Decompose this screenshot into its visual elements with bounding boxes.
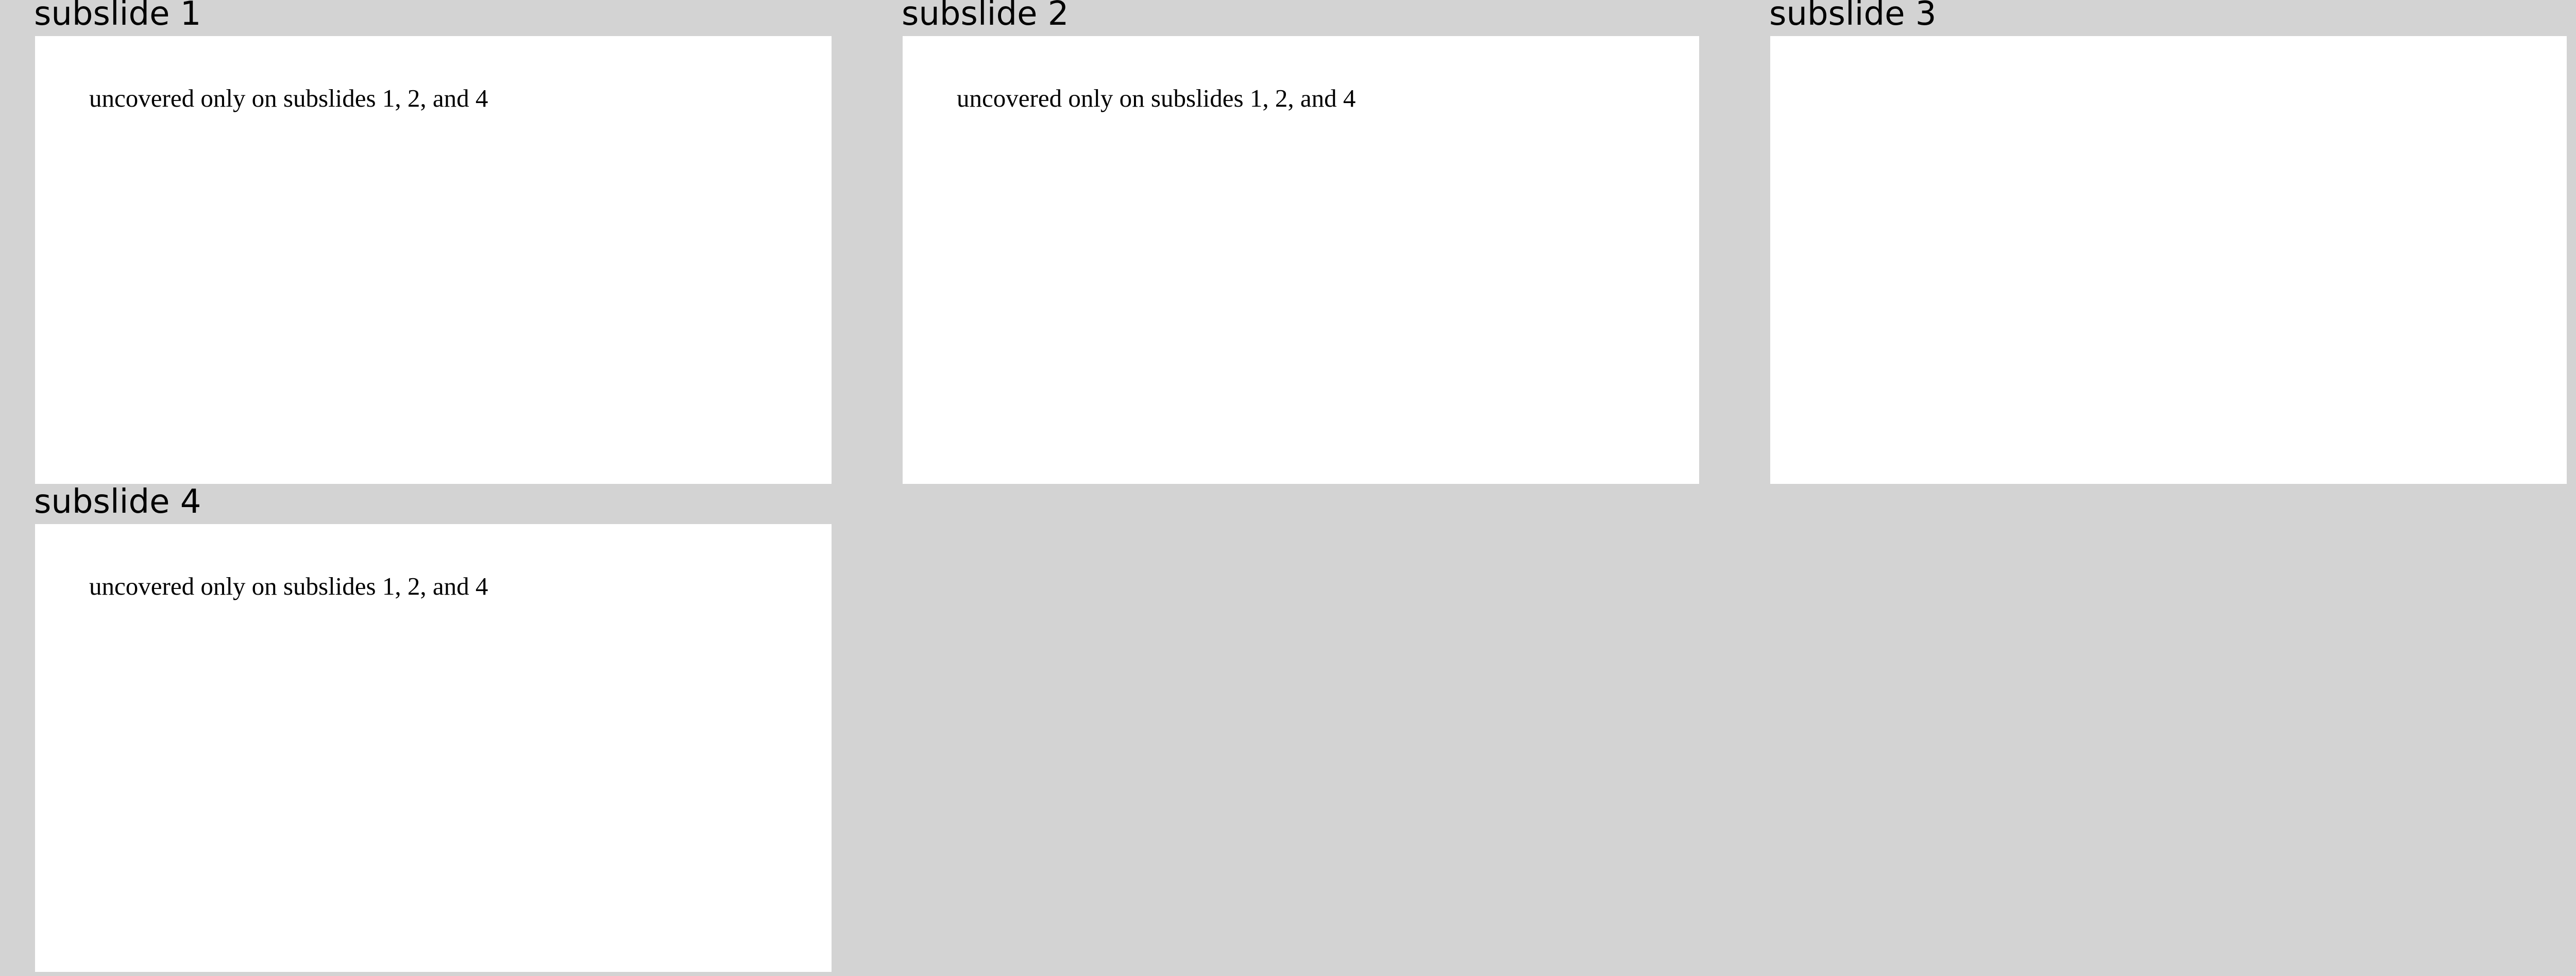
subslide-label: subslide 4 [34, 483, 201, 521]
subslide-label: subslide 2 [902, 0, 1069, 33]
slide-canvas: uncovered only on subslides 1, 2, and 4 [903, 36, 1699, 484]
slide-canvas [1770, 36, 2567, 484]
subslide-label: subslide 3 [1769, 0, 1937, 33]
slide-text: uncovered only on subslides 1, 2, and 4 [957, 84, 1356, 112]
subslide-label: subslide 1 [34, 0, 201, 33]
slide-canvas: uncovered only on subslides 1, 2, and 4 [35, 36, 832, 484]
slide-text: uncovered only on subslides 1, 2, and 4 [89, 572, 488, 600]
slide-canvas: uncovered only on subslides 1, 2, and 4 [35, 524, 832, 972]
slide-text: uncovered only on subslides 1, 2, and 4 [89, 84, 488, 112]
